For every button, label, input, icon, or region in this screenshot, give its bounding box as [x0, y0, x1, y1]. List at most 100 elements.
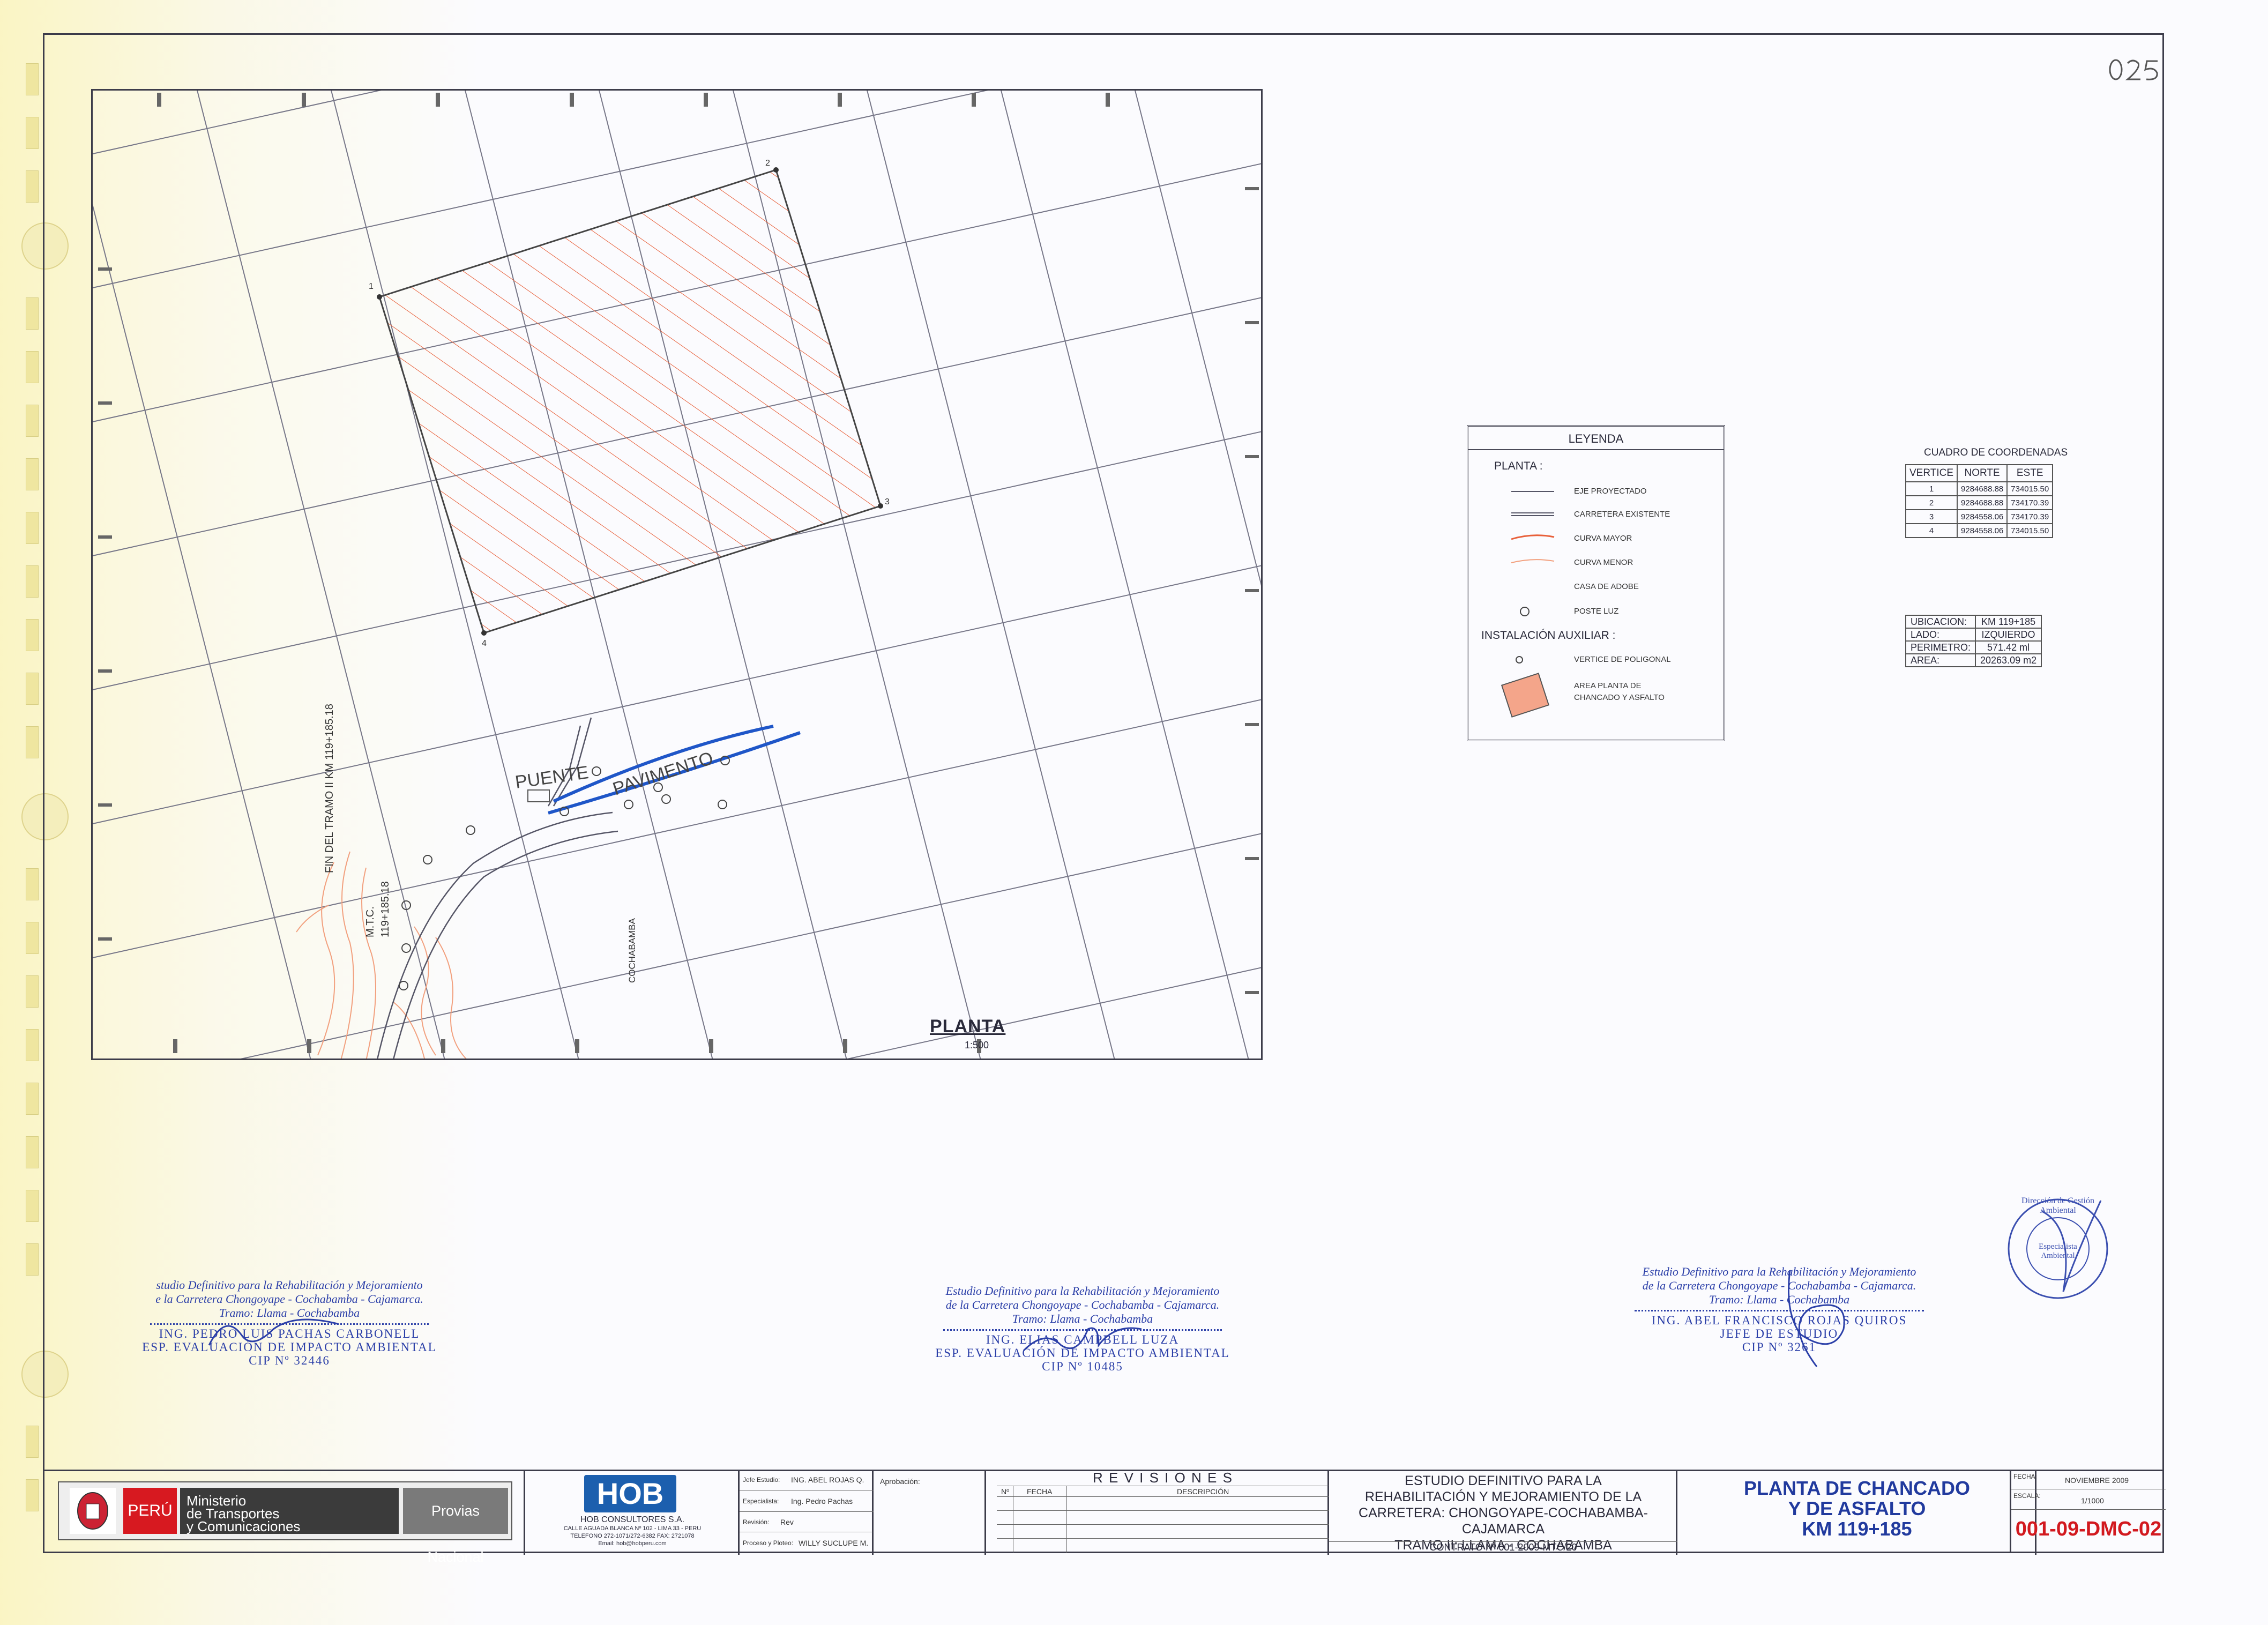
coord-cell: 2: [1905, 495, 1958, 510]
date-value: NOVIEMBRE 2009: [2065, 1476, 2129, 1485]
binder-tab: [26, 619, 39, 651]
info-value: 20263.09 m2: [1975, 653, 2042, 667]
signature-text: de la Carretera Chongoyape - Cochabamba …: [945, 1298, 1220, 1311]
staff-label: Jefe Estudio:: [743, 1476, 780, 1484]
sheet-meta: FECHA: NOVIEMBRE 2009 ESCALA: 1/1000 001…: [2010, 1470, 2166, 1553]
binder-tab: [26, 1083, 39, 1115]
coord-cell: 9284688.88: [1957, 495, 2008, 510]
plan-title: PLANTA: [930, 1016, 1006, 1037]
coord-cell: 4: [1905, 523, 1958, 538]
binder-tab: [26, 63, 39, 95]
project-line: REHABILITACIÓN Y MEJORAMIENTO DE LA: [1364, 1489, 1642, 1504]
binder-tab: [26, 351, 39, 383]
info-value: IZQUIERDO: [1975, 628, 2042, 642]
info-value: KM 119+185: [1975, 615, 2042, 629]
legend-item-curva-menor: CURVA MENOR: [1574, 558, 1633, 567]
sheet-number-handwritten: [2109, 59, 2158, 80]
legend-item-curva-mayor: CURVA MAYOR: [1574, 534, 1632, 543]
binder-tab: [26, 117, 39, 149]
coord-cell: 734015.50: [2006, 523, 2054, 538]
ministry-line: y Comunicaciones: [186, 1518, 301, 1534]
drawing-title-line: Y DE ASFALTO: [1788, 1497, 1926, 1519]
plan-scale: 1:500: [965, 1040, 989, 1050]
revisions-table: R E V I S I O N E S Nº FECHA DESCRIPCIÓN: [997, 1470, 1329, 1553]
poste-luz-markers: [399, 756, 730, 990]
project-line: CARRETERA: CHONGOYAPE-COCHABAMBA-CAJAMAR…: [1359, 1505, 1648, 1537]
staff-label: Proceso y Ploteo:: [743, 1539, 794, 1547]
table-row: PERIMETRO: 571.42 ml: [1905, 640, 2042, 654]
peru-coat-of-arms: [70, 1488, 116, 1534]
table-row: 4 9284558.06 734015.50: [1905, 523, 2054, 538]
binder-tab: [26, 458, 39, 490]
info-label: UBICACION:: [1905, 615, 1976, 629]
mtc-km-label: 119+185.18: [379, 881, 391, 937]
binder-tab: [26, 565, 39, 598]
table-row: 2 9284688.88 734170.39: [1905, 495, 2054, 510]
coord-cell: 1: [1905, 481, 1958, 496]
coord-cell: 9284688.88: [1957, 481, 2008, 496]
signature-cip: CIP Nº 10485: [1042, 1360, 1123, 1373]
staff-value: WILLY SUCLUPE M.: [799, 1539, 869, 1547]
coord-header: ESTE: [2006, 464, 2054, 482]
binder-tab: [26, 726, 39, 758]
mtc-label: M.T.C.: [364, 906, 376, 937]
area-planta-chancado: [378, 169, 882, 634]
casa-de-adobe: [527, 789, 550, 802]
legend-item-eje: EJE PROYECTADO: [1574, 487, 1647, 496]
mtc-logo-block: PERÚ Ministerio de Transportes y Comunic…: [58, 1481, 512, 1565]
binder-tab: [26, 405, 39, 437]
staff-value: Ing. Pedro Pachas: [791, 1497, 853, 1505]
binder-tab: [26, 1190, 39, 1222]
coord-header: VERTICE: [1905, 464, 1958, 482]
binder-tab: [26, 1029, 39, 1061]
scale-label: ESCALA:: [2013, 1492, 2041, 1500]
station-label: FIN DEL TRAMO II KM 119+185.18: [324, 704, 335, 873]
coord-cell: 3: [1905, 509, 1958, 524]
revisions-header: FECHA: [1027, 1487, 1053, 1496]
legend-item-vertice: VERTICE DE POLIGONAL: [1574, 655, 1671, 664]
binder-tab: [26, 1426, 39, 1458]
staff-label: Revisión:: [743, 1518, 770, 1526]
legend-item-area-2: CHANCADO Y ASFALTO: [1574, 693, 1665, 702]
binder-tab: [26, 1479, 39, 1511]
hob-company-name: HOB CONSULTORES S.A.: [580, 1515, 685, 1524]
binder-tab: [26, 512, 39, 544]
hob-logo: HOB: [584, 1475, 676, 1512]
drawing-title-line: PLANTA DE CHANCADO: [1744, 1477, 1970, 1499]
stamp-text: Dirección de Gestión Ambiental: [2021, 1196, 2094, 1215]
legend-item-carretera: CARRETERA EXISTENTE: [1574, 510, 1670, 519]
info-value: 571.42 ml: [1975, 640, 2042, 654]
coordinates-title: CUADRO DE COORDENADAS: [1924, 447, 2068, 458]
date-label: FECHA:: [2013, 1473, 2038, 1480]
legend-item-poste-luz: POSTE LUZ: [1574, 607, 1619, 616]
binder-tab: [26, 297, 39, 330]
binder-tab: [26, 868, 39, 900]
handwritten-signature: [1788, 1270, 1845, 1367]
project-line: ESTUDIO DEFINITIVO PARA LA: [1405, 1473, 1602, 1488]
table-row: 1 9284688.88 734015.50: [1905, 481, 2054, 496]
info-label: LADO:: [1905, 628, 1976, 642]
info-label: PERIMETRO:: [1905, 640, 1976, 654]
legend-item-area-1: AREA PLANTA DE: [1574, 681, 1642, 690]
coord-cell: 9284558.06: [1957, 509, 2008, 524]
binder-tab: [26, 975, 39, 1008]
revisions-header: DESCRIPCIÓN: [1177, 1487, 1229, 1496]
hob-email: Email: hob@hobperu.com: [598, 1540, 667, 1547]
vertex-label: 3: [885, 497, 890, 506]
binder-tab: [26, 1136, 39, 1168]
approval-label: Aprobación:: [880, 1477, 920, 1486]
staff-value: Rev: [780, 1518, 794, 1526]
plan-drawing: 1 2 3 4 PUENTE PAVIMENTO FIN DEL TRAMO I…: [91, 89, 1263, 1060]
stamp-center-text: Especialista Ambiental: [2039, 1242, 2077, 1260]
table-row: AREA: 20263.09 m2: [1905, 653, 2042, 667]
coord-cell: 734170.39: [2006, 509, 2054, 524]
hob-address: CALLE AGUADA BLANCA Nº 102 - LIMA 33 - P…: [563, 1525, 702, 1532]
staff-label: Especialista:: [743, 1497, 779, 1505]
binder-tab: [26, 673, 39, 705]
coord-cell: 9284558.06: [1957, 523, 2008, 538]
staff-list: Jefe Estudio: ING. ABEL ROJAS Q. Especia…: [740, 1470, 874, 1553]
binder-margin: [0, 0, 69, 1625]
legend-box: LEYENDA PLANTA : EJE PROYECTADO CARRETER…: [1467, 425, 1725, 741]
drawing-code: 001-09-DMC-02: [2015, 1518, 2162, 1540]
table-row: 3 9284558.06 734170.39: [1905, 509, 2054, 524]
